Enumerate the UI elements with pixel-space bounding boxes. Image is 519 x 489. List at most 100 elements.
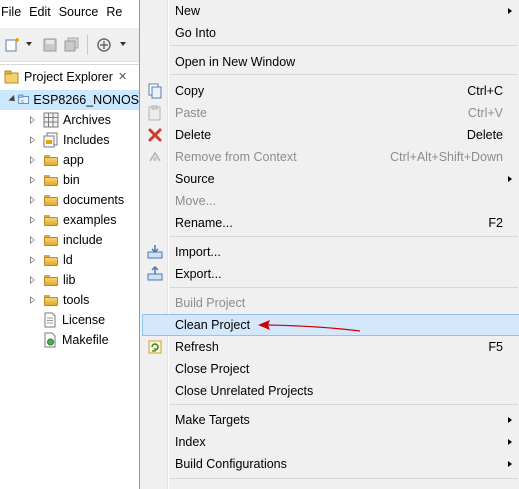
menu-item-index[interactable]: Index	[142, 431, 519, 453]
tree-item-documents[interactable]: documents	[28, 190, 124, 210]
svg-text:C: C	[21, 99, 25, 105]
shortcut-label: F5	[488, 340, 503, 354]
expand-closed-icon[interactable]	[28, 175, 38, 185]
shortcut-label: Ctrl+Alt+Shift+Down	[390, 150, 503, 164]
submenu-arrow-icon	[508, 417, 512, 423]
tree-item-label: tools	[63, 293, 90, 307]
submenu-arrow-icon	[508, 8, 512, 14]
expand-closed-icon[interactable]	[28, 155, 38, 165]
menu-edit[interactable]: Edit	[25, 5, 55, 19]
expand-closed-icon[interactable]	[28, 235, 38, 245]
expand-closed-icon[interactable]	[28, 295, 38, 305]
build-icon[interactable]	[96, 37, 112, 53]
build-dropdown-icon[interactable]	[120, 42, 126, 46]
menu-separator	[170, 45, 518, 46]
tree-item-label: ESP8266_NONOS	[33, 93, 139, 107]
menu-item-label: Import...	[175, 245, 221, 259]
tree-item-label: lib	[63, 273, 76, 287]
menu-item-label: Paste	[175, 106, 207, 120]
menu-item-close-unrelated[interactable]: Close Unrelated Projects	[142, 380, 519, 402]
refresh-icon	[148, 340, 162, 354]
menu-item-refresh[interactable]: Refresh F5	[142, 336, 519, 358]
expand-closed-icon[interactable]	[28, 135, 38, 145]
tree-item-makefile[interactable]: Makefile	[38, 330, 109, 350]
shortcut-label: Ctrl+V	[467, 106, 503, 120]
save-icon[interactable]	[42, 37, 58, 53]
project-explorer-tab[interactable]: Project Explorer ✕	[0, 64, 139, 88]
menu-item-label: Make Targets	[175, 413, 250, 427]
folder-icon	[43, 192, 59, 208]
tree-item-includes[interactable]: Includes	[28, 130, 110, 150]
folder-icon	[43, 172, 59, 188]
menu-item-new[interactable]: New	[142, 0, 519, 22]
menu-item-label: Clean Project	[175, 318, 251, 332]
menu-item-copy[interactable]: Copy Ctrl+C	[142, 80, 519, 102]
menu-item-open-new-window[interactable]: Open in New Window	[142, 51, 519, 73]
expand-closed-icon[interactable]	[28, 215, 38, 225]
tree-item-label: ld	[63, 253, 73, 267]
tree-item-tools[interactable]: tools	[28, 290, 89, 310]
menu-item-label: New	[175, 4, 201, 18]
tree-item-label: examples	[63, 213, 117, 227]
menubar: File Edit Source Re	[0, 0, 139, 24]
tree-item-bin[interactable]: bin	[28, 170, 80, 190]
tree-item-lib[interactable]: lib	[28, 270, 76, 290]
menu-item-paste[interactable]: Paste Ctrl+V	[142, 102, 519, 124]
menu-separator	[170, 478, 518, 479]
menu-item-close-project[interactable]: Close Project	[142, 358, 519, 380]
expand-closed-icon[interactable]	[28, 115, 38, 125]
ide-window: File Edit Source Re Project Explorer ✕ C…	[0, 0, 139, 489]
menu-item-label: Build Configurations	[175, 457, 287, 471]
menu-refactor[interactable]: Re	[102, 5, 126, 19]
menu-separator	[170, 287, 518, 288]
tree-item-ld[interactable]: ld	[28, 250, 73, 270]
menu-item-build-project[interactable]: Build Project	[142, 292, 519, 314]
tree-item-archives[interactable]: Archives	[28, 110, 111, 130]
menu-item-label: Delete	[175, 128, 212, 142]
folder-icon	[43, 152, 59, 168]
tree-item-license[interactable]: License	[38, 310, 105, 330]
expand-closed-icon[interactable]	[28, 275, 38, 285]
menu-item-build-configurations[interactable]: Build Configurations	[142, 453, 519, 475]
tree-item-label: License	[62, 313, 106, 327]
shortcut-label: Ctrl+C	[467, 84, 503, 98]
menu-item-label: Source	[175, 172, 215, 186]
menu-item-export[interactable]: Export...	[142, 263, 519, 285]
menu-item-go-into[interactable]: Go Into	[142, 22, 519, 44]
folder-icon	[43, 212, 59, 228]
menu-item-rename[interactable]: Rename... F2	[142, 212, 519, 234]
menu-item-label: Close Project	[175, 362, 250, 376]
import-icon	[147, 245, 163, 259]
menu-item-move[interactable]: Move...	[142, 190, 519, 212]
submenu-arrow-icon	[508, 439, 512, 445]
tree-item-examples[interactable]: examples	[28, 210, 117, 230]
expand-closed-icon[interactable]	[28, 195, 38, 205]
expand-open-icon[interactable]	[8, 95, 15, 105]
folder-icon	[43, 252, 59, 268]
includes-icon	[43, 132, 58, 148]
menu-item-remove-context[interactable]: Remove from Context Ctrl+Alt+Shift+Down	[142, 146, 519, 168]
menu-item-label: Copy	[175, 84, 205, 98]
tree-item-project[interactable]: C ESP8266_NONOS	[0, 90, 139, 110]
tree-item-app[interactable]: app	[28, 150, 84, 170]
new-dropdown-icon[interactable]	[26, 42, 32, 46]
makefile-icon	[44, 332, 56, 348]
menu-item-make-targets[interactable]: Make Targets	[142, 409, 519, 431]
menu-item-delete[interactable]: Delete Delete	[142, 124, 519, 146]
menu-item-source[interactable]: Source	[142, 168, 519, 190]
menu-item-clean-project[interactable]: Clean Project	[142, 314, 519, 336]
tree-item-label: Makefile	[62, 333, 109, 347]
save-all-icon[interactable]	[64, 37, 80, 53]
menu-item-import[interactable]: Import...	[142, 241, 519, 263]
menu-file[interactable]: File	[0, 5, 25, 19]
tree-item-include[interactable]: include	[28, 230, 103, 250]
menu-source[interactable]: Source	[55, 5, 103, 19]
submenu-arrow-icon	[508, 176, 512, 182]
delete-icon	[148, 128, 162, 142]
expand-closed-icon[interactable]	[28, 255, 38, 265]
context-menu: New Go Into Open in New Window Copy Ctrl…	[139, 0, 519, 489]
menu-separator	[170, 74, 518, 75]
tree-item-label: app	[63, 153, 84, 167]
new-icon[interactable]	[4, 37, 20, 53]
close-icon[interactable]: ✕	[118, 70, 127, 83]
